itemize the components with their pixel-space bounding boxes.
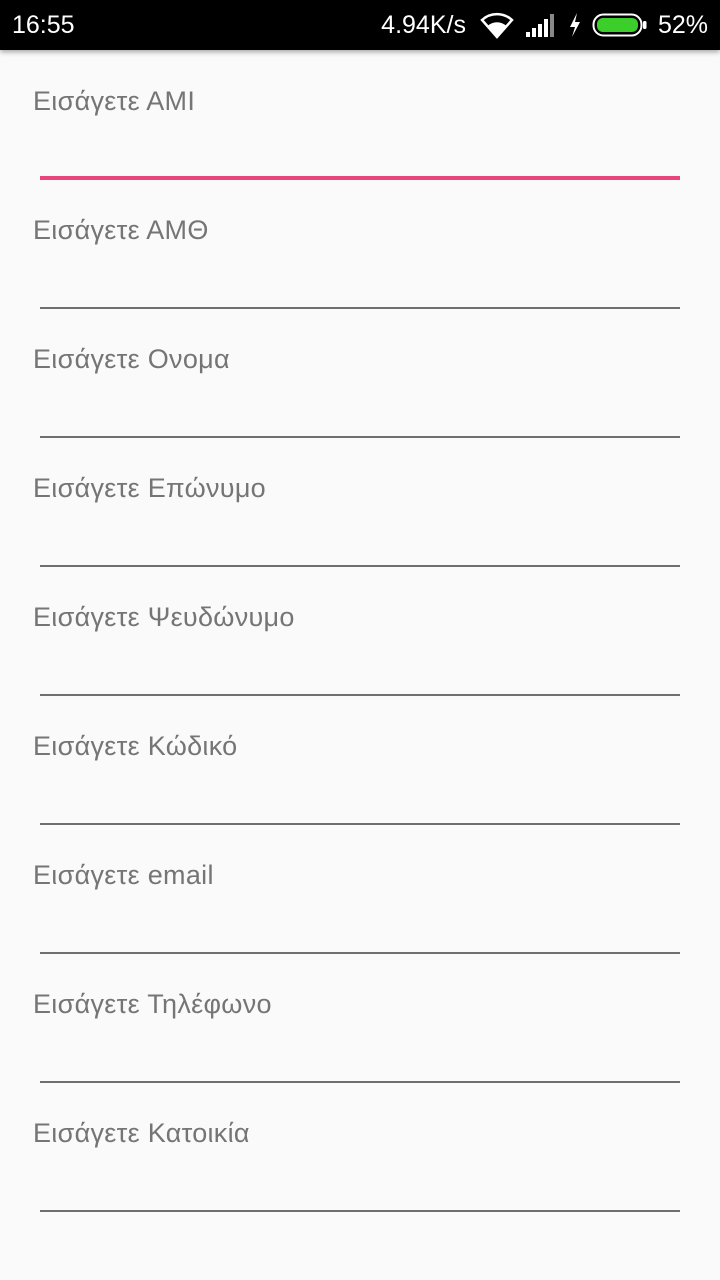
text-input-field-6[interactable] xyxy=(40,775,680,825)
text-input-field-5[interactable] xyxy=(40,646,680,696)
form-field: Εισάγετε ΑΜΙ xyxy=(0,50,720,180)
status-bar: 16:55 4.94K/s 52% xyxy=(0,0,720,50)
status-time: 16:55 xyxy=(12,11,75,39)
form-field: Εισάγετε Κώδικό xyxy=(0,695,720,825)
form-field: Εισάγετε ΑΜΘ xyxy=(0,179,720,309)
text-input-field-8[interactable] xyxy=(40,1033,680,1083)
form-field: Εισάγετε Ψευδώνυμο xyxy=(0,566,720,696)
charging-icon xyxy=(568,12,582,38)
form-field: Εισάγετε Επώνυμο xyxy=(0,437,720,567)
form-field: Εισάγετε Τηλέφωνο xyxy=(0,953,720,1083)
battery-icon xyxy=(592,12,648,38)
text-input-field-7[interactable] xyxy=(40,904,680,954)
registration-form: Εισάγετε ΑΜΙ Εισάγετε ΑΜΘ Εισάγετε Ονομα Ει… xyxy=(0,50,720,1212)
field-label: Εισάγετε Κατοικία xyxy=(33,1118,250,1148)
network-speed: 4.94K/s xyxy=(381,11,466,39)
text-input-field-4[interactable] xyxy=(40,517,680,567)
text-input-field-3[interactable] xyxy=(40,388,680,438)
form-field: Εισάγετε Κατοικία xyxy=(0,1082,720,1212)
text-input-field-1[interactable] xyxy=(40,130,680,180)
field-label: Εισάγετε ΑΜΙ xyxy=(33,86,196,116)
wifi-icon xyxy=(480,11,514,39)
field-label: Εισάγετε Ψευδώνυμο xyxy=(33,602,295,632)
field-label: Εισάγετε Κώδικό xyxy=(33,731,238,761)
field-label: Εισάγετε ΑΜΘ xyxy=(33,215,209,245)
status-icons: 4.94K/s 52% xyxy=(381,8,708,42)
form-field: Εισάγετε email xyxy=(0,824,720,954)
form-field: Εισάγετε Ονομα xyxy=(0,308,720,438)
field-label: Εισάγετε Τηλέφωνο xyxy=(33,989,272,1019)
field-label: Εισάγετε Ονομα xyxy=(33,344,230,374)
field-label: Εισάγετε Επώνυμο xyxy=(33,473,266,503)
field-label: Εισάγετε email xyxy=(33,860,214,890)
signal-icon xyxy=(524,12,558,38)
text-input-field-9[interactable] xyxy=(40,1162,680,1212)
text-input-field-2[interactable] xyxy=(40,259,680,309)
battery-percent: 52% xyxy=(657,11,708,39)
